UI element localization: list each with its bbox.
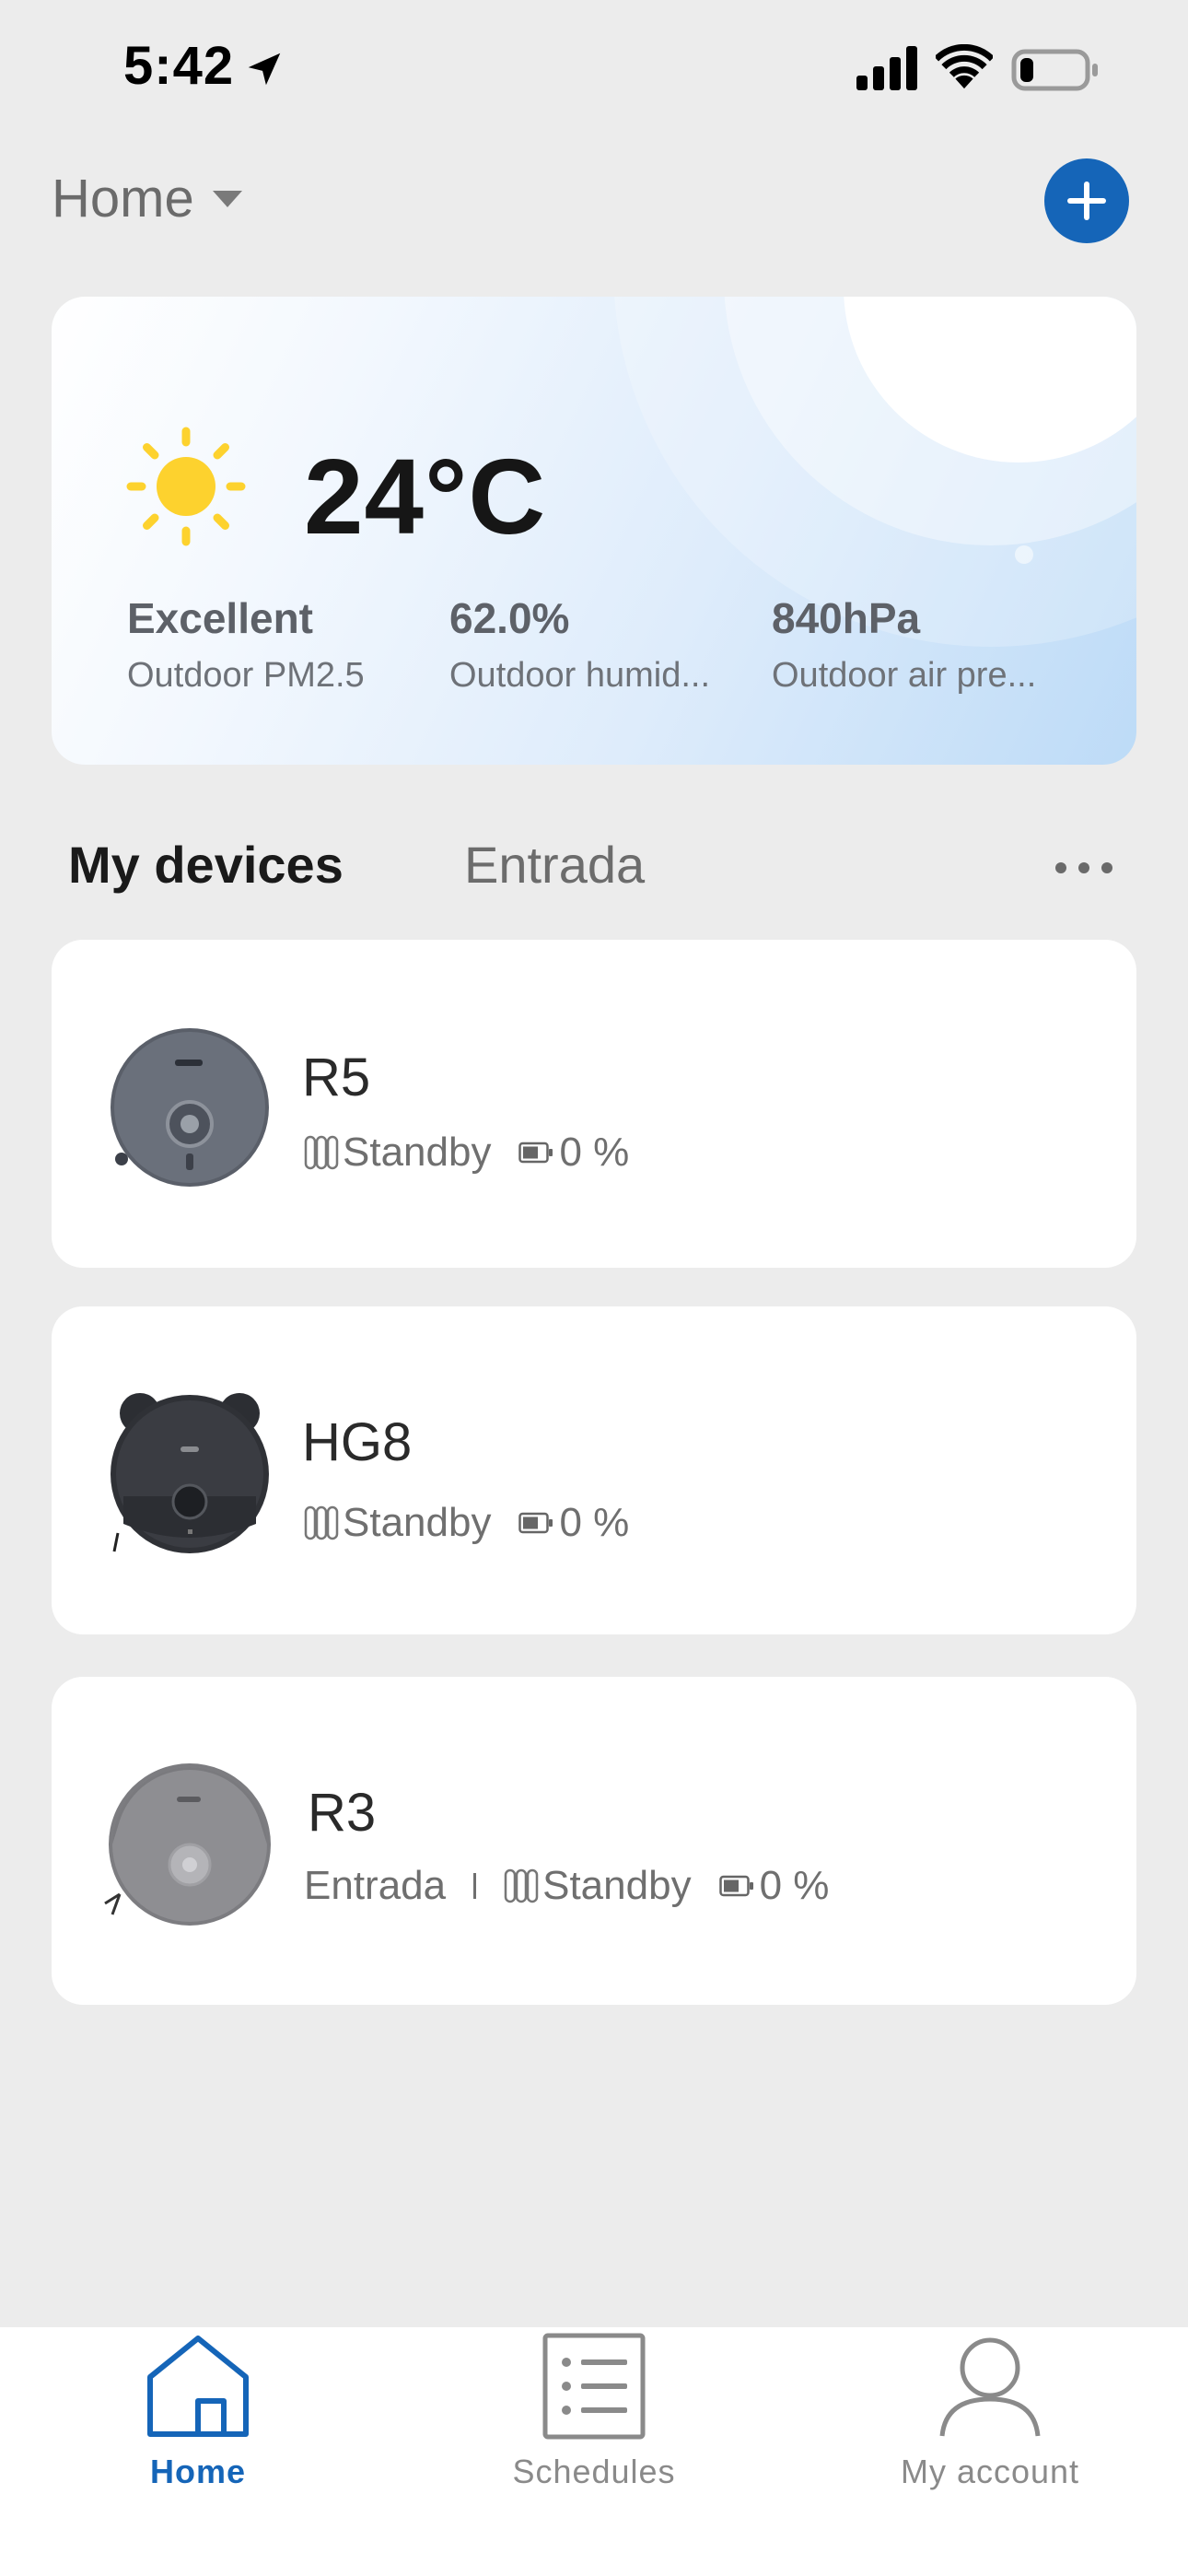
tab-my-devices[interactable]: My devices [68, 835, 344, 895]
mop-status-icon [504, 1868, 539, 1903]
add-button[interactable] [1044, 158, 1129, 243]
device-status-row: Entrada Standby 0 % [304, 1863, 829, 1909]
battery-icon [718, 1875, 753, 1897]
battery-level: 0 % [559, 1500, 630, 1545]
device-name: HG8 [302, 1412, 413, 1472]
nav-my-account[interactable]: My account [792, 2327, 1188, 2512]
pm25-value: Excellent [127, 594, 313, 642]
robot-vacuum-image [111, 1393, 269, 1553]
schedule-list-icon [542, 2333, 646, 2440]
pressure-value: 840hPa [772, 594, 921, 642]
status-bar: 5:42 [0, 0, 1188, 138]
status-time: 5:42 [123, 36, 235, 96]
device-room: Entrada [304, 1863, 447, 1908]
battery-level: 0 % [759, 1863, 830, 1908]
nav-home[interactable]: Home [0, 2327, 396, 2512]
device-status-row: Standby 0 % [304, 1130, 629, 1176]
separator [473, 1873, 477, 1899]
device-state: Standby [542, 1863, 692, 1908]
robot-vacuum-image [104, 1763, 271, 1926]
device-card-r5[interactable]: R5 Standby 0 % [52, 940, 1136, 1268]
weather-card[interactable]: 24°C Excellent Outdoor PM2.5 62.0% Outdo… [52, 297, 1136, 765]
robot-vacuum-image [111, 1028, 269, 1187]
sun-icon [126, 427, 246, 546]
pm25-metric: Excellent Outdoor PM2.5 [127, 593, 431, 696]
battery-icon [518, 1142, 553, 1164]
device-card-hg8[interactable]: HG8 Standby 0 % [52, 1306, 1136, 1634]
nav-label: My account [900, 2453, 1080, 2490]
caret-down-icon [212, 190, 242, 207]
device-card-r3[interactable]: R3 Entrada Standby 0 % [52, 1677, 1136, 2005]
mop-status-icon [304, 1135, 339, 1170]
pressure-label: Outdoor air pre... [772, 656, 1037, 695]
location-arrow-icon [248, 53, 281, 86]
bottom-nav: Home Schedules My account [0, 2327, 1188, 2576]
wifi-icon [936, 44, 993, 89]
device-name: R5 [302, 1048, 371, 1107]
pressure-metric: 840hPa Outdoor air pre... [772, 593, 1076, 696]
more-options-icon[interactable] [1052, 849, 1116, 886]
plus-icon [1067, 181, 1106, 220]
device-state: Standby [343, 1130, 492, 1175]
battery-low-icon [1011, 49, 1098, 91]
device-state: Standby [343, 1500, 492, 1545]
home-selector[interactable]: Home [52, 168, 244, 229]
device-name: R3 [308, 1783, 377, 1843]
app-screen: 5:42 Home 24°C Excellent Outdoor PM2.5 6… [0, 0, 1188, 2576]
person-icon [939, 2337, 1041, 2437]
battery-level: 0 % [559, 1130, 630, 1175]
pm25-label: Outdoor PM2.5 [127, 656, 365, 695]
home-title: Home [52, 169, 194, 228]
humidity-metric: 62.0% Outdoor humid... [449, 593, 753, 696]
device-status-row: Standby 0 % [304, 1500, 629, 1546]
nav-label: Schedules [512, 2453, 676, 2490]
nav-label: Home [149, 2453, 247, 2490]
tab-entrada[interactable]: Entrada [464, 835, 645, 895]
home-icon [147, 2336, 249, 2437]
nav-schedules[interactable]: Schedules [396, 2327, 792, 2512]
battery-icon [518, 1512, 553, 1534]
temperature-value: 24°C [304, 437, 547, 556]
mop-status-icon [304, 1505, 339, 1540]
cellular-signal-icon [856, 46, 917, 90]
humidity-label: Outdoor humid... [449, 656, 711, 695]
humidity-value: 62.0% [449, 594, 570, 642]
